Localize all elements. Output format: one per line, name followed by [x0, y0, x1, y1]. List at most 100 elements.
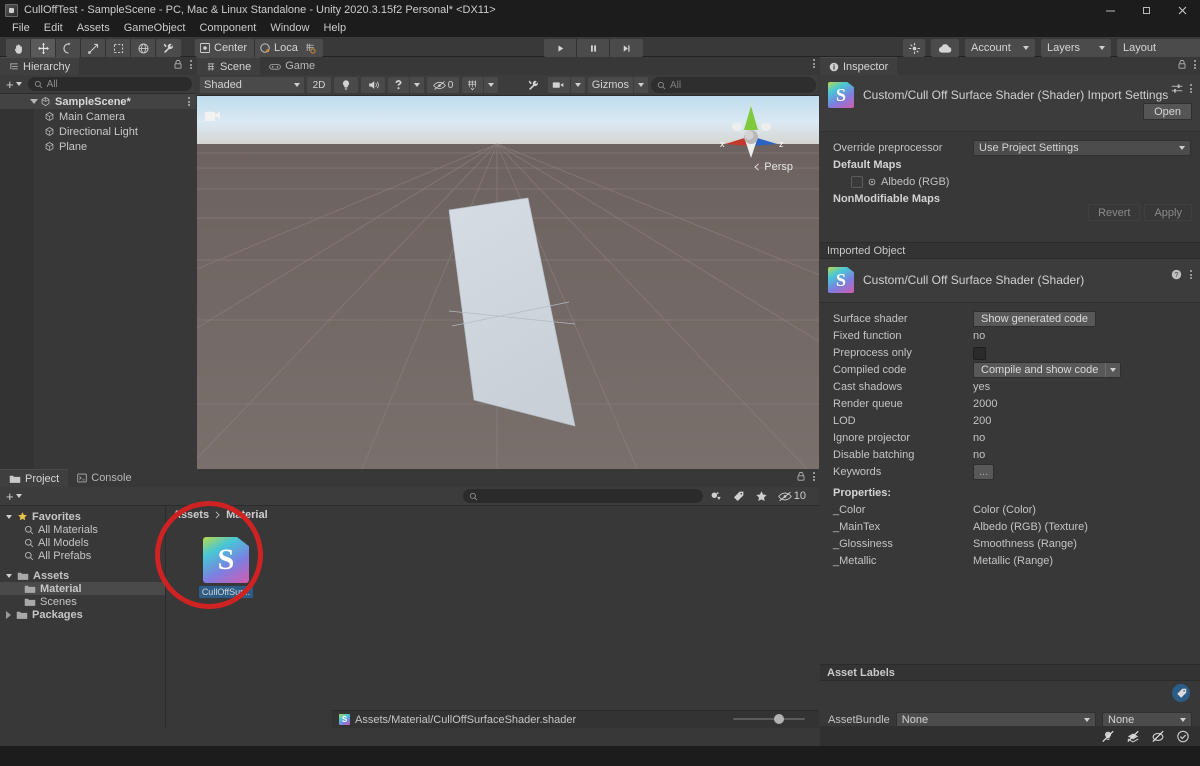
- scene-search-input[interactable]: All: [651, 77, 816, 93]
- filter-by-label-icon[interactable]: [732, 490, 745, 503]
- menu-help[interactable]: Help: [316, 20, 353, 37]
- scale-tool-icon[interactable]: [81, 39, 106, 57]
- grid-visibility-dropdown[interactable]: [462, 77, 498, 93]
- tab-inspector[interactable]: Inspector: [820, 57, 898, 75]
- chevron-down-icon[interactable]: [409, 77, 424, 93]
- rotate-tool-icon[interactable]: [56, 39, 81, 57]
- menu-component[interactable]: Component: [192, 20, 263, 37]
- scene-camera-icon[interactable]: [548, 80, 570, 90]
- menu-window[interactable]: Window: [263, 20, 316, 37]
- chevron-down-icon[interactable]: [30, 99, 38, 104]
- play-icon[interactable]: [544, 39, 577, 57]
- check-icon[interactable]: [1176, 730, 1190, 743]
- breadcrumb-material[interactable]: Material: [226, 509, 268, 521]
- hierarchy-item-plane[interactable]: Plane: [0, 139, 196, 154]
- no-lighting-icon[interactable]: [1101, 730, 1115, 743]
- chevron-right-icon[interactable]: [6, 610, 11, 619]
- chevron-down-icon[interactable]: [633, 77, 648, 93]
- hidden-packages-indicator[interactable]: 10: [778, 490, 806, 502]
- open-button[interactable]: Open: [1143, 103, 1192, 120]
- effects-icon[interactable]: [388, 79, 409, 91]
- minimize-icon[interactable]: [1092, 0, 1128, 20]
- account-button[interactable]: Account: [965, 39, 1035, 57]
- revert-button[interactable]: Revert: [1088, 204, 1141, 221]
- hidden-objects-button[interactable]: 0: [427, 77, 459, 93]
- tree-item-material[interactable]: Material: [0, 582, 165, 595]
- breadcrumb-assets[interactable]: Assets: [173, 509, 209, 521]
- chevron-down-icon[interactable]: [6, 573, 12, 578]
- pivot-mode-button[interactable]: Center: [195, 39, 256, 57]
- chevron-down-icon[interactable]: [569, 77, 585, 93]
- toggle-2d-button[interactable]: 2D: [307, 77, 331, 93]
- scene-menu-icon[interactable]: [813, 59, 815, 68]
- asset-zoom-slider[interactable]: [733, 713, 805, 724]
- project-create-button[interactable]: +: [4, 489, 24, 504]
- hierarchy-search-input[interactable]: All: [27, 77, 192, 91]
- scene-projection-label[interactable]: Persp: [753, 161, 793, 173]
- step-icon[interactable]: [610, 39, 643, 57]
- transform-tool-icon[interactable]: [131, 39, 156, 57]
- hierarchy-item-directional-light[interactable]: Directional Light: [0, 124, 196, 139]
- show-generated-code-button[interactable]: Show generated code: [973, 311, 1097, 327]
- apply-button[interactable]: Apply: [1144, 204, 1192, 221]
- project-menu-icon[interactable]: [813, 472, 815, 481]
- preprocess-only-checkbox[interactable]: [973, 346, 986, 360]
- move-tool-icon[interactable]: [31, 39, 56, 57]
- inspector-menu-icon[interactable]: [1194, 60, 1196, 69]
- layers-button[interactable]: Layers: [1041, 39, 1111, 57]
- no-fog-icon[interactable]: [1126, 730, 1140, 743]
- zoom-slider-knob[interactable]: [774, 713, 784, 724]
- chevron-down-icon[interactable]: [6, 514, 12, 519]
- tree-item-all-materials[interactable]: All Materials: [0, 523, 165, 536]
- imported-object-menu-icon[interactable]: [1190, 270, 1192, 279]
- rect-tool-icon[interactable]: [106, 39, 131, 57]
- audio-icon[interactable]: [361, 77, 385, 93]
- tree-item-all-prefabs[interactable]: All Prefabs: [0, 549, 165, 562]
- lock-icon[interactable]: [173, 59, 183, 70]
- tab-hierarchy[interactable]: Hierarchy: [0, 57, 80, 75]
- lock-icon[interactable]: [1177, 59, 1187, 70]
- custom-tool-icon[interactable]: [156, 39, 181, 57]
- compile-and-show-code-button[interactable]: Compile and show code: [973, 362, 1122, 378]
- star-icon[interactable]: [755, 490, 768, 503]
- import-settings-menu-icon[interactable]: [1190, 84, 1192, 93]
- layout-button[interactable]: Layout: [1117, 39, 1200, 57]
- asset-label-add-button[interactable]: [1172, 684, 1190, 702]
- tree-item-scenes[interactable]: Scenes: [0, 595, 165, 608]
- menu-edit[interactable]: Edit: [37, 20, 70, 37]
- project-asset-browser[interactable]: Assets Material S CullOffSur... S Assets…: [155, 501, 819, 728]
- cloud-icon[interactable]: [931, 39, 959, 57]
- lighting-icon[interactable]: [334, 77, 358, 93]
- tree-item-packages[interactable]: Packages: [0, 608, 165, 621]
- tab-scene[interactable]: Scene: [197, 57, 261, 75]
- hand-tool-icon[interactable]: [6, 39, 31, 57]
- tree-item-assets[interactable]: Assets: [0, 569, 165, 582]
- override-preprocessor-dropdown[interactable]: Use Project Settings: [973, 140, 1191, 156]
- grid-visibility-icon[interactable]: [462, 79, 483, 91]
- hierarchy-scene-row[interactable]: SampleScene*: [0, 94, 196, 109]
- effects-dropdown[interactable]: [388, 77, 424, 93]
- menu-gameobject[interactable]: GameObject: [117, 20, 193, 37]
- scene-context-menu-icon[interactable]: [188, 97, 190, 106]
- keywords-button[interactable]: ...: [973, 464, 995, 480]
- hierarchy-create-button[interactable]: +: [4, 77, 24, 92]
- object-picker-icon[interactable]: [868, 178, 876, 186]
- chevron-down-icon[interactable]: [483, 77, 498, 93]
- filter-by-type-icon[interactable]: [709, 490, 722, 503]
- close-icon[interactable]: [1164, 0, 1200, 20]
- tree-item-favorites[interactable]: Favorites: [0, 510, 165, 523]
- grid-snap-icon[interactable]: [298, 39, 323, 57]
- no-shadows-icon[interactable]: [1151, 730, 1165, 743]
- services-icon[interactable]: [903, 39, 925, 57]
- hierarchy-menu-icon[interactable]: [190, 60, 192, 69]
- albedo-swatch[interactable]: [851, 176, 863, 188]
- tab-project[interactable]: Project: [0, 469, 69, 487]
- tab-console[interactable]: Console: [68, 469, 140, 487]
- help-icon[interactable]: ?: [1171, 269, 1182, 280]
- draw-mode-dropdown[interactable]: Shaded: [200, 77, 304, 93]
- menu-file[interactable]: File: [5, 20, 37, 37]
- hierarchy-item-main-camera[interactable]: Main Camera: [0, 109, 196, 124]
- tab-game[interactable]: Game: [260, 57, 324, 75]
- scene-viewport[interactable]: y x z Persp: [197, 96, 819, 469]
- chevron-down-icon[interactable]: [1105, 363, 1120, 377]
